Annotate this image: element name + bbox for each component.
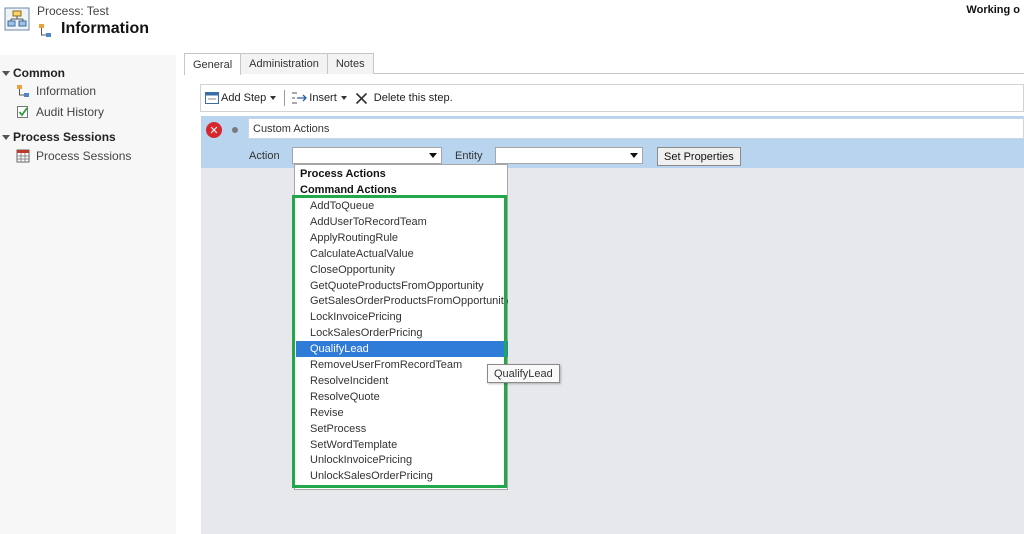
- action-label: Action: [249, 150, 280, 162]
- insert-icon: [292, 92, 308, 104]
- green-highlight-box: [292, 195, 507, 488]
- chevron-down-icon: [270, 96, 277, 100]
- delete-step-button[interactable]: Delete this step.: [355, 92, 453, 105]
- step-toolbar: Add Step Insert Delete this step.: [200, 84, 1024, 112]
- process-label: Process: Test: [37, 4, 109, 18]
- tab-administration[interactable]: Administration: [240, 53, 328, 74]
- status-text: Working o: [966, 4, 1020, 16]
- chevron-down-icon: [340, 96, 347, 100]
- tab-general[interactable]: General: [184, 53, 242, 75]
- tooltip: QualifyLead: [487, 364, 560, 383]
- tab-bar: General Administration Notes: [184, 53, 374, 75]
- tab-notes[interactable]: Notes: [326, 53, 374, 74]
- dropdown-arrow-icon: [429, 153, 437, 158]
- sidebar-item-audit-history[interactable]: Audit History: [16, 105, 104, 119]
- sidebar-item-information[interactable]: Information: [16, 84, 96, 98]
- page-title: Information: [61, 20, 149, 37]
- step-name-field[interactable]: Custom Actions: [248, 118, 1024, 139]
- toolbar-divider: [284, 90, 286, 106]
- set-properties-button[interactable]: Set Properties: [657, 147, 741, 166]
- sidebar-item-process-sessions[interactable]: Process Sessions: [16, 149, 131, 163]
- section-common[interactable]: Common: [2, 66, 65, 80]
- grid-icon: [16, 149, 30, 163]
- dropdown-arrow-icon: [630, 153, 638, 158]
- delete-step-icon[interactable]: ✕: [206, 122, 222, 138]
- collapse-triangle-icon: [2, 71, 10, 76]
- step-bullet-icon: [232, 127, 238, 133]
- hierarchy-icon: [17, 85, 29, 97]
- action-select[interactable]: [292, 147, 442, 164]
- entity-label: Entity: [455, 150, 483, 162]
- sidebar: [0, 55, 176, 534]
- add-step-icon: [205, 92, 219, 104]
- group-header-process-actions: Process Actions: [300, 168, 386, 180]
- section-process-sessions[interactable]: Process Sessions: [2, 130, 116, 144]
- close-icon: [355, 92, 367, 104]
- hierarchy-icon: [37, 23, 53, 39]
- process-icon: [4, 6, 30, 32]
- add-step-button[interactable]: Add Step: [205, 92, 277, 104]
- collapse-triangle-icon: [2, 135, 10, 140]
- audit-icon: [17, 106, 28, 118]
- entity-select[interactable]: [495, 147, 643, 164]
- insert-button[interactable]: Insert: [291, 91, 347, 105]
